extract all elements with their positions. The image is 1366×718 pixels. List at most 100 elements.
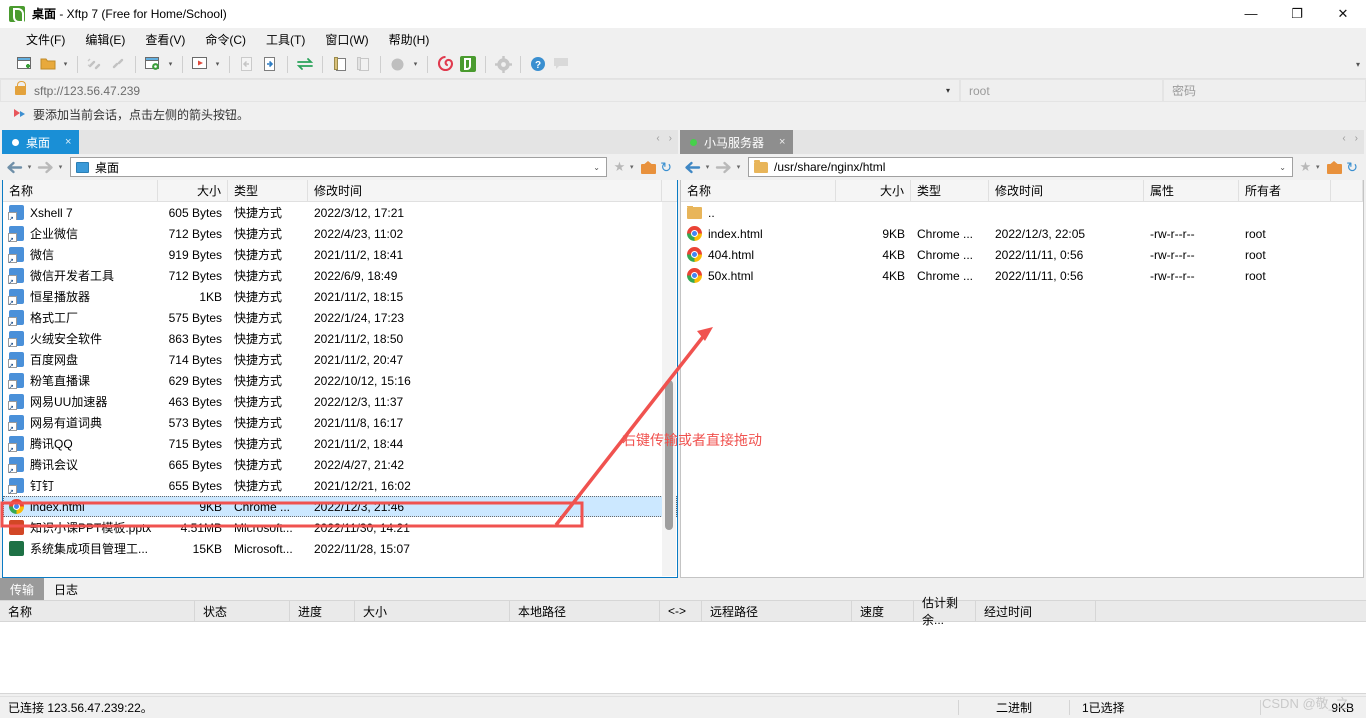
local-back-button[interactable] (4, 156, 24, 178)
table-row[interactable]: 微信 919 Bytes 快捷方式 2021/11/2, 18:41 (3, 244, 677, 265)
local-col-type[interactable]: 类型 (228, 180, 308, 201)
help-icon[interactable]: ? (527, 53, 549, 75)
local-col-size[interactable]: 大小 (158, 180, 228, 201)
password-field[interactable]: 密码 (1163, 79, 1366, 102)
remote-forward-caret[interactable]: ▾ (733, 156, 744, 178)
menu-help[interactable]: 帮助(H) (379, 29, 440, 50)
menu-view[interactable]: 查看(V) (135, 29, 195, 50)
table-row[interactable]: 网易UU加速器 463 Bytes 快捷方式 2022/12/3, 11:37 (3, 391, 677, 412)
local-refresh-icon[interactable]: ↻ (660, 159, 676, 176)
address-bar[interactable]: sftp://123.56.47.239 ▾ (0, 79, 960, 102)
local-file-list[interactable]: 名称 大小 类型 修改时间 Xshell 7 605 Bytes 快捷方式 2022/… (2, 180, 678, 578)
table-row[interactable]: 50x.html 4KB Chrome ... 2022/11/11, 0:56 -rw… (681, 265, 1363, 286)
remote-tab-prev-icon[interactable]: ‹ (1342, 133, 1345, 144)
remote-col-name[interactable]: 名称 (681, 180, 836, 201)
menu-file[interactable]: 文件(F) (16, 29, 75, 50)
transfer-col-progress[interactable]: 进度 (290, 601, 355, 621)
username-field[interactable]: root (960, 79, 1163, 102)
tab-transfer[interactable]: 传输 (0, 578, 45, 600)
local-home-icon[interactable] (641, 160, 657, 174)
xshell-icon[interactable] (434, 53, 456, 75)
transfer-list-body[interactable] (0, 622, 1366, 694)
remote-back-button[interactable] (682, 156, 702, 178)
table-row[interactable]: 腾讯QQ 715 Bytes 快捷方式 2021/11/2, 18:44 (3, 433, 677, 454)
session-properties-caret[interactable]: ▾ (165, 53, 176, 75)
tab-local-close-icon[interactable]: × (65, 136, 71, 148)
local-forward-caret[interactable]: ▾ (55, 156, 66, 178)
table-row[interactable]: 格式工厂 575 Bytes 快捷方式 2022/1/24, 17:23 (3, 307, 677, 328)
open-folder-icon[interactable] (37, 53, 59, 75)
table-row[interactable]: 百度网盘 714 Bytes 快捷方式 2021/11/2, 20:47 (3, 349, 677, 370)
tab-log[interactable]: 日志 (44, 578, 88, 600)
transfer-col-elapsed[interactable]: 经过时间 (976, 601, 1096, 621)
table-row[interactable]: index.html 9KB Chrome ... 2022/12/3, 21:46 (3, 496, 677, 517)
transfer-col-remote-path[interactable]: 远程路径 (702, 601, 852, 621)
menu-tools[interactable]: 工具(T) (256, 29, 315, 50)
transfer-col-name[interactable]: 名称 (0, 601, 195, 621)
remote-back-caret[interactable]: ▾ (702, 156, 713, 178)
transfer-col-status[interactable]: 状态 (195, 601, 290, 621)
local-back-caret[interactable]: ▾ (24, 156, 35, 178)
table-row[interactable]: .. (681, 202, 1363, 223)
table-row[interactable]: 腾讯会议 665 Bytes 快捷方式 2022/4/27, 21:42 (3, 454, 677, 475)
minimize-button[interactable]: — (1228, 0, 1274, 28)
session-properties-icon[interactable] (142, 53, 164, 75)
remote-col-modified[interactable]: 修改时间 (989, 180, 1144, 201)
reconnect-icon[interactable] (107, 53, 129, 75)
remote-col-owner[interactable]: 所有者 (1239, 180, 1331, 201)
local-bookmark-caret[interactable]: ▾ (626, 156, 637, 178)
toolbar-overflow-caret[interactable]: ▾ (1356, 60, 1360, 69)
local-path-dropdown-icon[interactable]: ⌄ (588, 163, 606, 172)
table-row[interactable]: 微信开发者工具 712 Bytes 快捷方式 2022/6/9, 18:49 (3, 265, 677, 286)
local-bookmark-star-icon[interactable]: ★ (610, 159, 627, 175)
remote-col-size[interactable]: 大小 (836, 180, 911, 201)
menu-edit[interactable]: 编辑(E) (75, 29, 135, 50)
sync-browsing-icon[interactable] (294, 53, 316, 75)
run-icon[interactable] (189, 53, 211, 75)
remote-bookmark-caret[interactable]: ▾ (1312, 156, 1323, 178)
record-caret[interactable]: ▾ (410, 53, 421, 75)
local-forward-button[interactable] (35, 156, 55, 178)
feedback-icon[interactable] (550, 53, 572, 75)
table-row[interactable]: 恒星播放器 1KB 快捷方式 2021/11/2, 18:15 (3, 286, 677, 307)
menu-window[interactable]: 窗口(W) (315, 29, 378, 50)
local-col-name[interactable]: 名称 (3, 180, 158, 201)
transfer-col-size[interactable]: 大小 (355, 601, 510, 621)
table-row[interactable]: 系统集成项目管理工... 15KB Microsoft... 2022/11/28, … (3, 538, 677, 559)
options-gear-icon[interactable] (492, 53, 514, 75)
remote-bookmark-star-icon[interactable]: ★ (1296, 159, 1313, 175)
transfer-col-direction[interactable]: <-> (660, 601, 702, 621)
table-row[interactable]: 企业微信 712 Bytes 快捷方式 2022/4/23, 11:02 (3, 223, 677, 244)
remote-path-input[interactable]: /usr/share/nginx/html ⌄ (748, 157, 1293, 177)
maximize-button[interactable]: ❐ (1274, 0, 1320, 28)
remote-refresh-icon[interactable]: ↻ (1346, 159, 1362, 176)
table-row[interactable]: 粉笔直播课 629 Bytes 快捷方式 2022/10/12, 15:16 (3, 370, 677, 391)
table-row[interactable]: 火绒安全软件 863 Bytes 快捷方式 2021/11/2, 18:50 (3, 328, 677, 349)
disconnect-icon[interactable] (84, 53, 106, 75)
local-col-modified[interactable]: 修改时间 (308, 180, 662, 201)
table-row[interactable]: Xshell 7 605 Bytes 快捷方式 2022/3/12, 17:21 (3, 202, 677, 223)
remote-forward-button[interactable] (713, 156, 733, 178)
tab-remote-close-icon[interactable]: × (779, 136, 785, 148)
tab-remote-server[interactable]: 小马服务器 × (680, 130, 794, 154)
transfer-col-eta[interactable]: 估计剩余... (914, 596, 976, 627)
local-vertical-scrollbar[interactable] (662, 202, 676, 576)
table-row[interactable]: 知识小课PPT模板.pptx 4.51MB Microsoft... 2022/11/… (3, 517, 677, 538)
local-tab-next-icon[interactable]: › (669, 133, 672, 144)
local-path-input[interactable]: 桌面 ⌄ (70, 157, 607, 177)
xftp-icon[interactable] (457, 53, 479, 75)
table-row[interactable]: 404.html 4KB Chrome ... 2022/11/11, 0:56 -rw… (681, 244, 1363, 265)
table-row[interactable]: 钉钉 655 Bytes 快捷方式 2021/12/21, 16:02 (3, 475, 677, 496)
transfer-col-local-path[interactable]: 本地路径 (510, 601, 660, 621)
remote-tab-next-icon[interactable]: › (1355, 133, 1358, 144)
remote-home-icon[interactable] (1327, 160, 1343, 174)
remote-file-list[interactable]: 名称 大小 类型 修改时间 属性 所有者 .. index.html 9KB Chro… (680, 180, 1364, 578)
close-button[interactable]: ✕ (1320, 0, 1366, 28)
local-tab-prev-icon[interactable]: ‹ (656, 133, 659, 144)
tab-local-desktop[interactable]: 桌面 × (2, 130, 80, 154)
run-caret[interactable]: ▾ (212, 53, 223, 75)
menu-command[interactable]: 命令(C) (195, 29, 256, 50)
local-scrollbar-thumb[interactable] (665, 380, 673, 530)
table-row[interactable]: 网易有道词典 573 Bytes 快捷方式 2021/11/8, 16:17 (3, 412, 677, 433)
address-dropdown-caret[interactable]: ▾ (937, 86, 959, 95)
